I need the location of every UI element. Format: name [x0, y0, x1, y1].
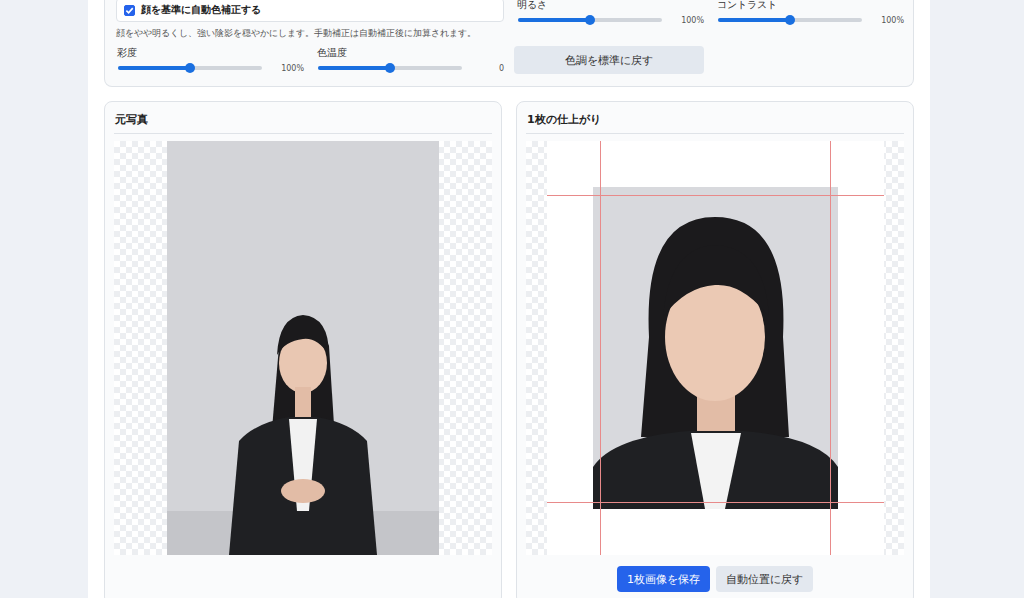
slider-fill [518, 18, 590, 22]
check-icon [125, 6, 134, 15]
crop-guide-line [547, 502, 884, 503]
slider-fill [718, 18, 790, 22]
slider-label: 明るさ [516, 0, 704, 12]
original-photo [167, 141, 439, 555]
help-text: 顔をやや明るくし、強い陰影を穏やかにします。手動補正は自動補正後に加算されます。 [116, 26, 504, 40]
original-canvas [114, 141, 492, 555]
slider-label: 彩度 [116, 46, 304, 60]
slider-track[interactable] [718, 18, 862, 22]
slider-track[interactable] [318, 66, 462, 70]
checkbox-icon[interactable] [124, 5, 135, 16]
action-button[interactable]: 1枚画像を保存 [617, 566, 710, 592]
print-sheet [547, 141, 884, 555]
auto-color-checkbox[interactable]: 顔を基準に自動色補正する [116, 0, 504, 22]
slider-value: 100% [262, 64, 304, 73]
slider-thumb[interactable] [585, 15, 595, 25]
slider-track[interactable] [518, 18, 662, 22]
slider-value: 0 [462, 64, 504, 73]
slider-thumb[interactable] [785, 15, 795, 25]
slider: 色温度 0 [316, 46, 504, 76]
checkbox-label: 顔を基準に自動色補正する [141, 3, 261, 17]
page: 顔を基準に自動色補正する顔をやや明るくし、強い陰影を穏やかにします。手動補正は自… [0, 0, 1024, 598]
slider-label: 色温度 [316, 46, 504, 60]
slider-label: コントラスト [716, 0, 904, 12]
crop-guide-line [830, 141, 831, 555]
original-panel: 元写真 [104, 101, 502, 598]
slider-value: 100% [862, 16, 904, 25]
slider: コントラスト 100% [716, 0, 904, 28]
result-canvas [526, 141, 904, 555]
slider: 明るさ 100% [516, 0, 704, 28]
slider-thumb[interactable] [385, 63, 395, 73]
editor-panel: 顔を基準に自動色補正する顔をやや明るくし、強い陰影を穏やかにします。手動補正は自… [88, 0, 930, 598]
slider-value: 100% [662, 16, 704, 25]
result-panel: 1枚の仕上がり 1枚画像を保存自動位置に戻す [516, 101, 914, 598]
color-correction-card: 顔を基準に自動色補正する顔をやや明るくし、強い陰影を穏やかにします。手動補正は自… [104, 0, 914, 87]
slider-fill [118, 66, 190, 70]
reset-tone-button[interactable]: 色調を標準に戻す [514, 46, 704, 74]
slider-track[interactable] [118, 66, 262, 70]
slider: 彩度 100% [116, 46, 304, 76]
crop-guide-line [600, 141, 601, 555]
slider-fill [318, 66, 390, 70]
panel-title: 元写真 [114, 102, 492, 134]
action-button[interactable]: 自動位置に戻す [716, 566, 813, 592]
slider-thumb[interactable] [185, 63, 195, 73]
crop-guide-line [547, 195, 884, 196]
panel-title: 1枚の仕上がり [526, 102, 904, 134]
cropped-photo[interactable] [593, 187, 838, 509]
